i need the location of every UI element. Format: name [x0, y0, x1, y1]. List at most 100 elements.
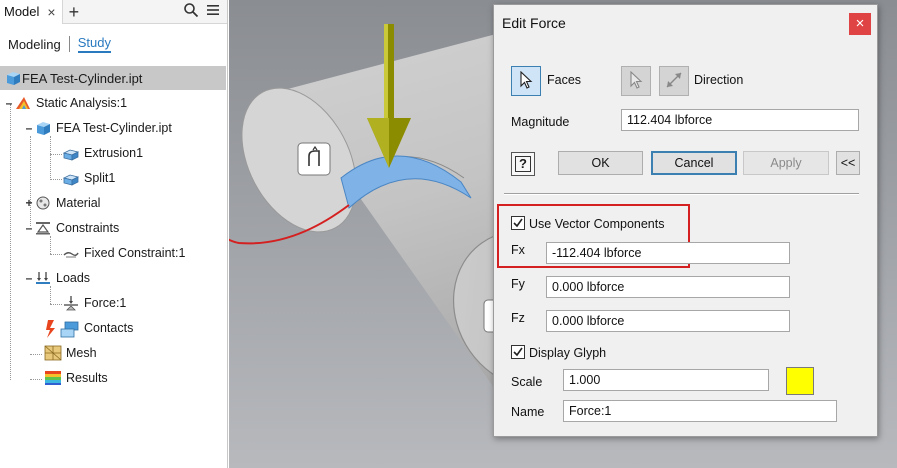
- tree-line: [50, 179, 62, 180]
- close-button[interactable]: ×: [849, 13, 871, 35]
- browser-tab-bar: Model × +: [0, 0, 227, 24]
- tree-item-constraints[interactable]: – Constraints: [24, 217, 120, 239]
- expand-icon[interactable]: +: [24, 196, 34, 210]
- fixed-constraint-icon: [62, 245, 80, 261]
- cancel-button[interactable]: Cancel: [651, 151, 737, 175]
- tree-item-static-analysis[interactable]: – Static Analysis:1: [4, 92, 127, 114]
- checkmark-icon: [513, 347, 523, 357]
- material-icon: [34, 195, 52, 211]
- tree-item-force[interactable]: Force:1: [62, 292, 126, 314]
- results-icon: [44, 370, 62, 386]
- collapse-options-button[interactable]: <<: [836, 151, 860, 175]
- tree-root-part[interactable]: FEA Test-Cylinder.ipt: [0, 66, 226, 90]
- glyph-color-swatch[interactable]: [786, 367, 814, 395]
- tree-item-label: Split1: [84, 171, 116, 185]
- tree-item-label: Fixed Constraint:1: [84, 246, 186, 260]
- tree-item-label: FEA Test-Cylinder.ipt: [56, 121, 172, 135]
- subtab-separator: [68, 36, 70, 52]
- cursor-arrow-icon: [518, 70, 534, 92]
- tree-item-split[interactable]: Split1: [62, 167, 115, 189]
- direction-label: Direction: [694, 73, 744, 87]
- apply-button[interactable]: Apply: [743, 151, 829, 175]
- tree-root-label: FEA Test-Cylinder.ipt: [22, 70, 143, 86]
- tree-line: [30, 379, 42, 380]
- tree-line: [50, 136, 51, 180]
- part-icon: [34, 120, 52, 136]
- collapse-icon[interactable]: –: [24, 271, 34, 285]
- help-button[interactable]: ?: [511, 152, 535, 176]
- tree-item-label: Results: [66, 371, 108, 385]
- loads-icon: [34, 270, 52, 286]
- tree-item-label: Loads: [56, 271, 91, 285]
- fy-field[interactable]: 0.000 lbforce: [546, 276, 790, 298]
- fx-label: Fx: [511, 243, 525, 257]
- cursor-arrow-icon: [628, 70, 644, 92]
- dialog-divider: [504, 193, 859, 195]
- force-icon: [62, 295, 80, 311]
- ok-button[interactable]: OK: [558, 151, 643, 175]
- magnitude-label: Magnitude: [511, 115, 570, 129]
- tree-item-extrusion[interactable]: Extrusion1: [62, 142, 143, 164]
- tree-item-label: Constraints: [56, 221, 120, 235]
- force-arrow-shaft-highlight: [384, 24, 388, 124]
- tree-item-results[interactable]: Results: [44, 367, 108, 389]
- display-glyph-checkbox[interactable]: [511, 345, 525, 359]
- analysis-icon: [14, 95, 32, 111]
- faces-label: Faces: [547, 73, 582, 87]
- tree-item-label: Material: [56, 196, 101, 210]
- tree-item-label: Mesh: [66, 346, 97, 360]
- collapse-icon[interactable]: –: [24, 221, 34, 235]
- menu-icon[interactable]: [205, 2, 221, 21]
- constraints-icon: [34, 220, 52, 236]
- name-label: Name: [511, 405, 545, 419]
- edit-force-dialog: Edit Force × Faces Direction Magnitude 1…: [493, 4, 878, 437]
- collapse-icon[interactable]: –: [4, 96, 14, 110]
- fz-field[interactable]: 0.000 lbforce: [546, 310, 790, 332]
- scale-label: Scale: [511, 375, 543, 389]
- tree-item-fixed-constraint[interactable]: Fixed Constraint:1: [62, 242, 185, 264]
- faces-select-button[interactable]: [511, 66, 541, 96]
- collapse-icon[interactable]: –: [24, 121, 34, 135]
- add-tab-icon[interactable]: +: [69, 3, 80, 21]
- mesh-icon: [44, 345, 62, 361]
- tree-item-contacts[interactable]: Contacts: [44, 317, 133, 339]
- tree-line: [50, 254, 62, 255]
- tree-line: [50, 304, 62, 305]
- search-icon[interactable]: [183, 2, 199, 21]
- fz-label: Fz: [511, 311, 525, 325]
- tab-model[interactable]: Model ×: [0, 0, 63, 24]
- magnitude-field[interactable]: 112.404 lbforce: [621, 109, 859, 131]
- name-field[interactable]: Force:1: [563, 400, 837, 422]
- extrusion-icon: [62, 145, 80, 161]
- tab-study[interactable]: Study: [77, 35, 112, 53]
- scale-field[interactable]: 1.000: [563, 369, 769, 391]
- split-icon: [62, 170, 80, 186]
- tree-line: [50, 154, 62, 155]
- flip-direction-button[interactable]: [659, 66, 689, 96]
- tree-item-label: Static Analysis:1: [36, 96, 128, 110]
- tab-model-label: Model: [4, 4, 40, 19]
- browser-subtabs: Modeling Study: [0, 24, 227, 64]
- tab-modeling[interactable]: Modeling: [8, 37, 61, 52]
- browser-tools: [183, 2, 227, 21]
- tree-item-label: Contacts: [84, 321, 134, 335]
- tree-item-part[interactable]: – FEA Test-Cylinder.ipt: [24, 117, 172, 139]
- contacts-icon: [44, 320, 80, 338]
- fx-field[interactable]: -112.404 lbforce: [546, 242, 790, 264]
- flip-direction-icon: [664, 70, 684, 93]
- tree-item-label: Force:1: [84, 296, 127, 310]
- model-browser: Model × + Modeling Study FEA Test-Cylind…: [0, 0, 228, 468]
- tree-item-mesh[interactable]: Mesh: [44, 342, 97, 364]
- close-icon[interactable]: ×: [47, 4, 55, 20]
- tree-item-material[interactable]: + Material: [24, 192, 100, 214]
- tree-line: [10, 104, 11, 380]
- tree-item-loads[interactable]: – Loads: [24, 267, 90, 289]
- fy-label: Fy: [511, 277, 525, 291]
- use-vector-checkbox[interactable]: [511, 216, 525, 230]
- use-vector-label: Use Vector Components: [529, 217, 665, 231]
- direction-select-button[interactable]: [621, 66, 651, 96]
- dialog-title: Edit Force: [502, 15, 566, 31]
- tree-line: [30, 354, 42, 355]
- checkmark-icon: [513, 218, 523, 228]
- help-icon: ?: [515, 156, 531, 172]
